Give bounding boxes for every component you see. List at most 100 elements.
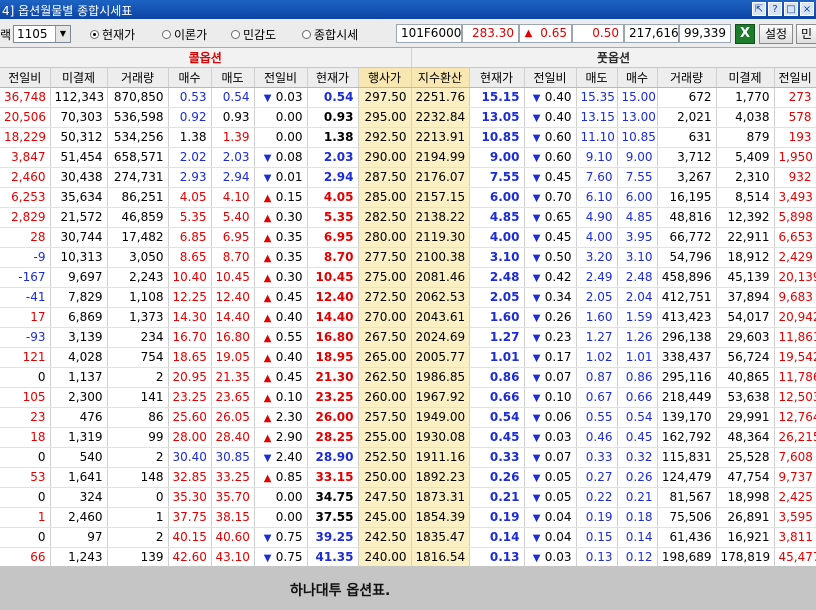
table-row[interactable]: 20,506 70,303 536,598 0.92 0.93 0.00 0.93 295.0… (0, 107, 816, 128)
radio-overall-quote[interactable]: 종합시세 (302, 26, 358, 43)
cell-put-open-interest: 48,364 (716, 427, 775, 448)
excel-icon[interactable]: X (735, 24, 755, 44)
col-header-call-price[interactable]: 현재가 (307, 67, 359, 88)
cell-call-price-change: ▲ 0.85 (254, 467, 308, 488)
table-row[interactable]: 53 1,641 148 32.85 33.25 ▲ 0.85 33.15 250.00 1892… (0, 467, 816, 488)
col-header-put-price-change[interactable]: 전일비 (524, 67, 577, 88)
radio-label: 현재가 (102, 28, 136, 42)
cell-strike: 277.50 (358, 247, 412, 268)
table-row[interactable]: 121 4,028 754 18.65 19.05 ▲ 0.40 18.95 265.00 200… (0, 347, 816, 368)
down-arrow-icon: ▼ (532, 253, 541, 264)
table-row[interactable]: 1 2,460 1 37.75 38.15 0.00 37.55 245.00 1854.39 0… (0, 507, 816, 528)
maximize-icon[interactable]: □ (784, 2, 798, 16)
radio-dot-icon[interactable] (231, 30, 240, 39)
cell-put-price-change: ▼ 0.42 (524, 267, 577, 288)
month-select[interactable]: 1105 ▼ (13, 25, 71, 43)
radio-theoretical-price[interactable]: 이론가 (162, 26, 207, 43)
col-header-index-conversion[interactable]: 지수환산 (411, 67, 470, 88)
col-header-put-volume[interactable]: 거래량 (657, 67, 717, 88)
cell-call-ask: 5.40 (211, 207, 255, 228)
chevron-down-icon[interactable]: ▼ (55, 26, 70, 42)
cell-call-change: 0 (0, 527, 51, 548)
cell-call-price: 14.40 (307, 307, 359, 328)
table-row[interactable]: 36,748 112,343 870,850 0.53 0.54 ▼ 0.03 0.54 297… (0, 87, 816, 108)
col-header-strike[interactable]: 행사가 (358, 67, 412, 88)
cell-call-change: 2,829 (0, 207, 51, 228)
cell-put-price-change: ▼ 0.40 (524, 87, 577, 108)
cell-put-change: 11,861 (774, 327, 816, 348)
cell-call-open-interest: 21,572 (50, 207, 108, 228)
restore-icon[interactable]: ⇱ (752, 2, 766, 16)
radio-sensitivity[interactable]: 민감도 (231, 26, 276, 43)
table-row[interactable]: 18 1,319 99 28.00 28.40 ▲ 2.90 28.25 255.00 1930.… (0, 427, 816, 448)
radio-dot-icon[interactable] (302, 30, 311, 39)
radio-dot-icon[interactable] (90, 30, 99, 39)
cell-put-ask: 4.90 (576, 207, 618, 228)
table-row[interactable]: 28 30,744 17,482 6.85 6.95 ▲ 0.35 6.95 280.00 211… (0, 227, 816, 248)
table-row[interactable]: 0 540 2 30.40 30.85 ▼ 2.40 28.90 252.50 1911.16 0.… (0, 447, 816, 468)
cell-put-open-interest: 18,998 (716, 487, 775, 508)
col-header-put-oi[interactable]: 미결제 (716, 67, 775, 88)
radio-current-price[interactable]: 현재가 (90, 26, 135, 43)
close-icon[interactable]: × (800, 2, 814, 16)
table-row[interactable]: 0 324 0 35.30 35.70 0.00 34.75 247.50 1873.31 0.2… (0, 487, 816, 508)
table-row[interactable]: 2,460 30,438 274,731 2.93 2.94 ▼ 0.01 2.94 287.5… (0, 167, 816, 188)
cell-value: 0.35 (275, 250, 303, 264)
table-row[interactable]: 0 1,137 2 20.95 21.35 ▲ 0.45 21.30 262.50 1986.85… (0, 367, 816, 388)
table-row[interactable]: 6,253 35,634 86,251 4.05 4.10 ▲ 0.15 4.05 285.00… (0, 187, 816, 208)
col-header-call-volume[interactable]: 거래량 (107, 67, 169, 88)
settings-button[interactable]: 설정 (759, 24, 793, 44)
cell-call-price: 4.05 (307, 187, 359, 208)
col-header-put-change[interactable]: 전일비 (774, 67, 816, 88)
cell-call-volume: 870,850 (107, 87, 169, 108)
cell-call-change: 121 (0, 347, 51, 368)
col-header-put-bid[interactable]: 매수 (617, 67, 658, 88)
col-header-call-change[interactable]: 전일비 (0, 67, 51, 88)
cell-put-price: 1.60 (469, 307, 525, 328)
table-row[interactable]: -9 10,313 3,050 8.65 8.70 ▲ 0.35 8.70 277.50 2100… (0, 247, 816, 268)
cell-put-bid: 3.10 (617, 247, 658, 268)
col-header-put-ask[interactable]: 매도 (576, 67, 618, 88)
cell-call-ask: 4.10 (211, 187, 255, 208)
extra-button[interactable]: 민 (796, 24, 816, 44)
up-arrow-icon: ▲ (263, 333, 272, 344)
col-header-call-oi[interactable]: 미결제 (50, 67, 108, 88)
col-header-put-price[interactable]: 현재가 (469, 67, 525, 88)
cell-call-price-change: 0.00 (254, 507, 308, 528)
table-row[interactable]: 23 476 86 25.60 26.05 ▲ 2.30 26.00 257.50 1949.00… (0, 407, 816, 428)
cell-call-bid: 18.65 (168, 347, 212, 368)
radio-dot-icon[interactable] (162, 30, 171, 39)
col-header-call-ask[interactable]: 매도 (211, 67, 255, 88)
table-row[interactable]: 3,847 51,454 658,571 2.02 2.03 ▼ 0.08 2.03 290.0… (0, 147, 816, 168)
cell-value: 0.17 (544, 350, 572, 364)
cell-value: 0.40 (544, 90, 572, 104)
table-row[interactable]: 17 6,869 1,373 14.30 14.40 ▲ 0.40 14.40 270.00 20… (0, 307, 816, 328)
col-header-call-price-change[interactable]: 전일비 (254, 67, 308, 88)
cell-index-conversion: 1986.85 (411, 367, 470, 388)
cell-put-ask: 7.60 (576, 167, 618, 188)
cell-call-price: 26.00 (307, 407, 359, 428)
cell-index-conversion: 1816.54 (411, 547, 470, 568)
future-volume: 217,616 (624, 24, 679, 43)
cell-strike: 282.50 (358, 207, 412, 228)
table-row[interactable]: 66 1,243 139 42.60 43.10 ▼ 0.75 41.35 240.00 1816… (0, 547, 816, 568)
cell-put-price: 0.86 (469, 367, 525, 388)
table-row[interactable]: -41 7,829 1,108 12.25 12.40 ▲ 0.45 12.40 272.50 2… (0, 287, 816, 308)
table-row[interactable]: -93 3,139 234 16.70 16.80 ▲ 0.55 16.80 267.50 202… (0, 327, 816, 348)
cell-put-price-change: ▼ 0.45 (524, 167, 577, 188)
col-header-call-bid[interactable]: 매수 (168, 67, 212, 88)
table-row[interactable]: 2,829 21,572 46,859 5.35 5.40 ▲ 0.30 5.35 282.50… (0, 207, 816, 228)
cell-call-volume: 234 (107, 327, 169, 348)
cell-index-conversion: 1949.00 (411, 407, 470, 428)
table-row[interactable]: 18,229 50,312 534,256 1.38 1.39 0.00 1.38 292.5… (0, 127, 816, 148)
cell-index-conversion: 1854.39 (411, 507, 470, 528)
help-icon[interactable]: ? (768, 2, 782, 16)
cell-call-open-interest: 10,313 (50, 247, 108, 268)
cell-put-change: 7,608 (774, 447, 816, 468)
cell-put-open-interest: 178,819 (716, 547, 775, 568)
table-row[interactable]: 0 97 2 40.15 40.60 ▼ 0.75 39.25 242.50 1835.47 0.1… (0, 527, 816, 548)
cell-call-price-change: ▲ 0.35 (254, 247, 308, 268)
table-row[interactable]: -167 9,697 2,243 10.40 10.45 ▲ 0.30 10.45 275.00… (0, 267, 816, 288)
table-row[interactable]: 105 2,300 141 23.25 23.65 ▲ 0.10 23.25 260.00 196… (0, 387, 816, 408)
cell-put-bid: 0.54 (617, 407, 658, 428)
